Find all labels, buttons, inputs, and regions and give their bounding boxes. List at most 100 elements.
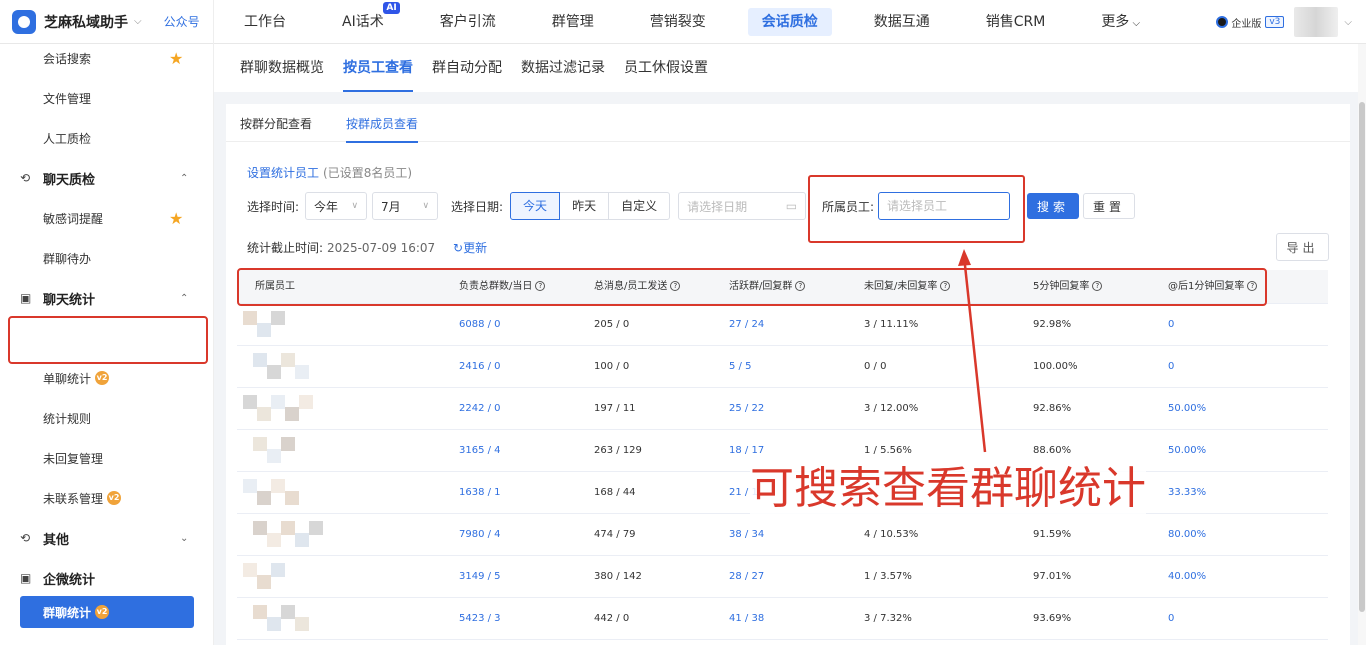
blurred-block	[267, 617, 281, 631]
table-cell[interactable]: 28 / 27	[729, 556, 764, 598]
table-cell[interactable]: 40.00%	[1168, 556, 1206, 598]
table-row[interactable]: 2242 / 0 197 / 11 25 / 22 3 / 12.00% 92.86% 5…	[237, 388, 1328, 430]
table-cell[interactable]: 1638 / 1	[459, 472, 501, 514]
sidebar-group[interactable]: ⟲ 其他 ⌄	[0, 518, 214, 558]
subtab[interactable]: 数据过滤记录	[521, 44, 605, 92]
chevron-up-icon[interactable]: ⌃	[180, 293, 188, 304]
chevron-down-icon[interactable]: ⌵	[134, 16, 142, 27]
topnav-item[interactable]: 群管理	[538, 8, 608, 36]
table-cell[interactable]: 6088 / 0	[459, 304, 501, 346]
date-option[interactable]: 昨天	[559, 192, 610, 220]
table-cell[interactable]: 27 / 24	[729, 304, 764, 346]
action-buttons: 搜索 重置	[1027, 192, 1135, 220]
scrollbar[interactable]	[1358, 44, 1366, 645]
sidebar-item[interactable]: 文件管理	[0, 78, 214, 118]
topnav-item[interactable]: AI话术 AI	[328, 1, 400, 36]
subtab[interactable]: 员工休假设置	[624, 44, 708, 92]
highlight-box-sidebar	[8, 316, 208, 364]
gzh-link[interactable]: 公众号	[164, 13, 200, 30]
topnav-label: 销售CRM	[985, 13, 1046, 30]
date-option[interactable]: 今天	[510, 192, 561, 220]
sidebar-item[interactable]: 未回复管理	[0, 438, 214, 478]
set-stat-note: (已设置8名员工)	[323, 166, 413, 180]
topnav-item[interactable]: 会话质检	[747, 7, 832, 36]
table-cell: 380 / 142	[594, 571, 642, 582]
sidebar-item[interactable]: 敏感词提醒 ★	[0, 198, 214, 238]
subtab[interactable]: 按员工查看	[343, 44, 413, 92]
table-row[interactable]: 6088 / 0 205 / 0 27 / 24 3 / 11.11% 92.98% 0	[237, 304, 1328, 346]
sidebar-group[interactable]: ⟲ 聊天质检 ⌃	[0, 158, 214, 198]
table-cell[interactable]: 25 / 22	[729, 388, 764, 430]
table-cell[interactable]: 50.00%	[1168, 430, 1206, 472]
blurred-block	[267, 365, 281, 379]
table-row[interactable]: 3149 / 5 380 / 142 28 / 27 1 / 3.57% 97.01% 4…	[237, 556, 1328, 598]
inner-tab[interactable]: 按群分配查看	[240, 104, 312, 142]
table-cell[interactable]: 5 / 5	[729, 346, 751, 388]
topnav-item[interactable]: 销售CRM	[972, 8, 1060, 36]
stat-time-label: 统计截止时间:	[247, 241, 324, 255]
brand-name[interactable]: 芝麻私域助手	[44, 12, 128, 32]
sidebar-item[interactable]: 群聊待办	[0, 238, 214, 278]
sidebar-item[interactable]: 会话搜索 ★	[0, 38, 214, 78]
table-cell[interactable]: 0	[1168, 598, 1174, 640]
month-select[interactable]: 7月 ∨	[372, 192, 439, 220]
table-cell[interactable]: 80.00%	[1168, 514, 1206, 556]
sidebar-item-label: 敏感词提醒	[43, 211, 104, 226]
sidebar-group[interactable]: ▣ 企微统计	[0, 558, 214, 598]
brand-logo-icon[interactable]	[12, 9, 36, 34]
sidebar-item[interactable]: 单聊统计 v2	[0, 358, 214, 398]
table-cell[interactable]: 41 / 38	[729, 598, 764, 640]
topnav-item[interactable]: 客户引流	[426, 8, 510, 36]
table-cell[interactable]: 7980 / 4	[459, 514, 501, 556]
table-row[interactable]: 5423 / 3 442 / 0 41 / 38 3 / 7.32% 93.69% 0	[237, 598, 1328, 640]
version-badge: v3	[1265, 16, 1285, 28]
table-cell[interactable]: 2242 / 0	[459, 388, 501, 430]
table-cell[interactable]: 2416 / 0	[459, 346, 501, 388]
subtab[interactable]: 群聊数据概览	[240, 44, 324, 92]
topnav-item[interactable]: 更多 ⌵	[1087, 8, 1154, 36]
table-cell[interactable]: 3165 / 4	[459, 430, 501, 472]
reset-button[interactable]: 重置	[1083, 193, 1135, 219]
table-cell[interactable]: 33.33%	[1168, 472, 1206, 514]
scrollbar-thumb[interactable]	[1359, 102, 1365, 612]
table-cell[interactable]: 0	[1168, 304, 1174, 346]
user-avatar[interactable]	[1294, 7, 1339, 37]
sidebar-item-label: 未回复管理	[43, 451, 104, 466]
table-cell[interactable]: 0	[1168, 346, 1174, 388]
table-cell[interactable]: 38 / 34	[729, 514, 764, 556]
sidebar-group[interactable]: ▣ 聊天统计 ⌃	[0, 278, 214, 318]
sidebar-item-label: 群聊待办	[43, 251, 92, 266]
chevron-up-icon[interactable]: ⌃	[180, 173, 188, 184]
search-button[interactable]: 搜索	[1027, 193, 1079, 219]
star-icon[interactable]: ★	[169, 209, 183, 228]
v2-badge-icon: v2	[107, 491, 122, 505]
blurred-block	[285, 491, 299, 505]
topnav-item[interactable]: 工作台	[230, 8, 300, 36]
year-select[interactable]: 今年 ∨	[305, 192, 368, 220]
table-row[interactable]: 7980 / 4 474 / 79 38 / 34 4 / 10.53% 91.59% 8…	[237, 514, 1328, 556]
set-stat-link[interactable]: 设置统计员工	[247, 166, 319, 180]
topnav-item[interactable]: 数据互通	[860, 8, 944, 36]
sidebar-item[interactable]: 统计规则	[0, 398, 214, 438]
topnav-item[interactable]: 营销裂变	[636, 8, 720, 36]
table-cell[interactable]: 5423 / 3	[459, 598, 501, 640]
table-cell[interactable]: 50.00%	[1168, 388, 1206, 430]
table-cell[interactable]: 3149 / 5	[459, 556, 501, 598]
group-icon: ⟲	[20, 171, 31, 185]
table-row[interactable]: 2416 / 0 100 / 0 5 / 5 0 / 0 100.00% 0	[237, 346, 1328, 388]
edition-label: 企业版	[1231, 18, 1262, 30]
time-label: 选择时间:	[247, 199, 300, 214]
date-option[interactable]: 自定义	[608, 192, 671, 220]
subtab[interactable]: 群自动分配	[432, 44, 502, 92]
inner-tab[interactable]: 按群成员查看	[346, 104, 419, 143]
date-picker[interactable]: 请选择日期 ▭	[678, 192, 807, 220]
sidebar-item[interactable]: 人工质检	[0, 118, 214, 158]
refresh-button[interactable]: ↻更新	[453, 241, 487, 255]
export-button[interactable]: 导出	[1276, 233, 1329, 261]
sidebar-item[interactable]: 未联系管理 v2	[0, 478, 214, 518]
set-stat-employees[interactable]: 设置统计员工 (已设置8名员工)	[247, 164, 412, 181]
sidebar-item-active[interactable]: 群聊统计 v2	[20, 596, 194, 628]
chevron-down-icon[interactable]: ⌄	[180, 533, 188, 544]
chevron-down-icon[interactable]: ⌵	[1344, 17, 1352, 28]
star-icon[interactable]: ★	[169, 49, 183, 68]
